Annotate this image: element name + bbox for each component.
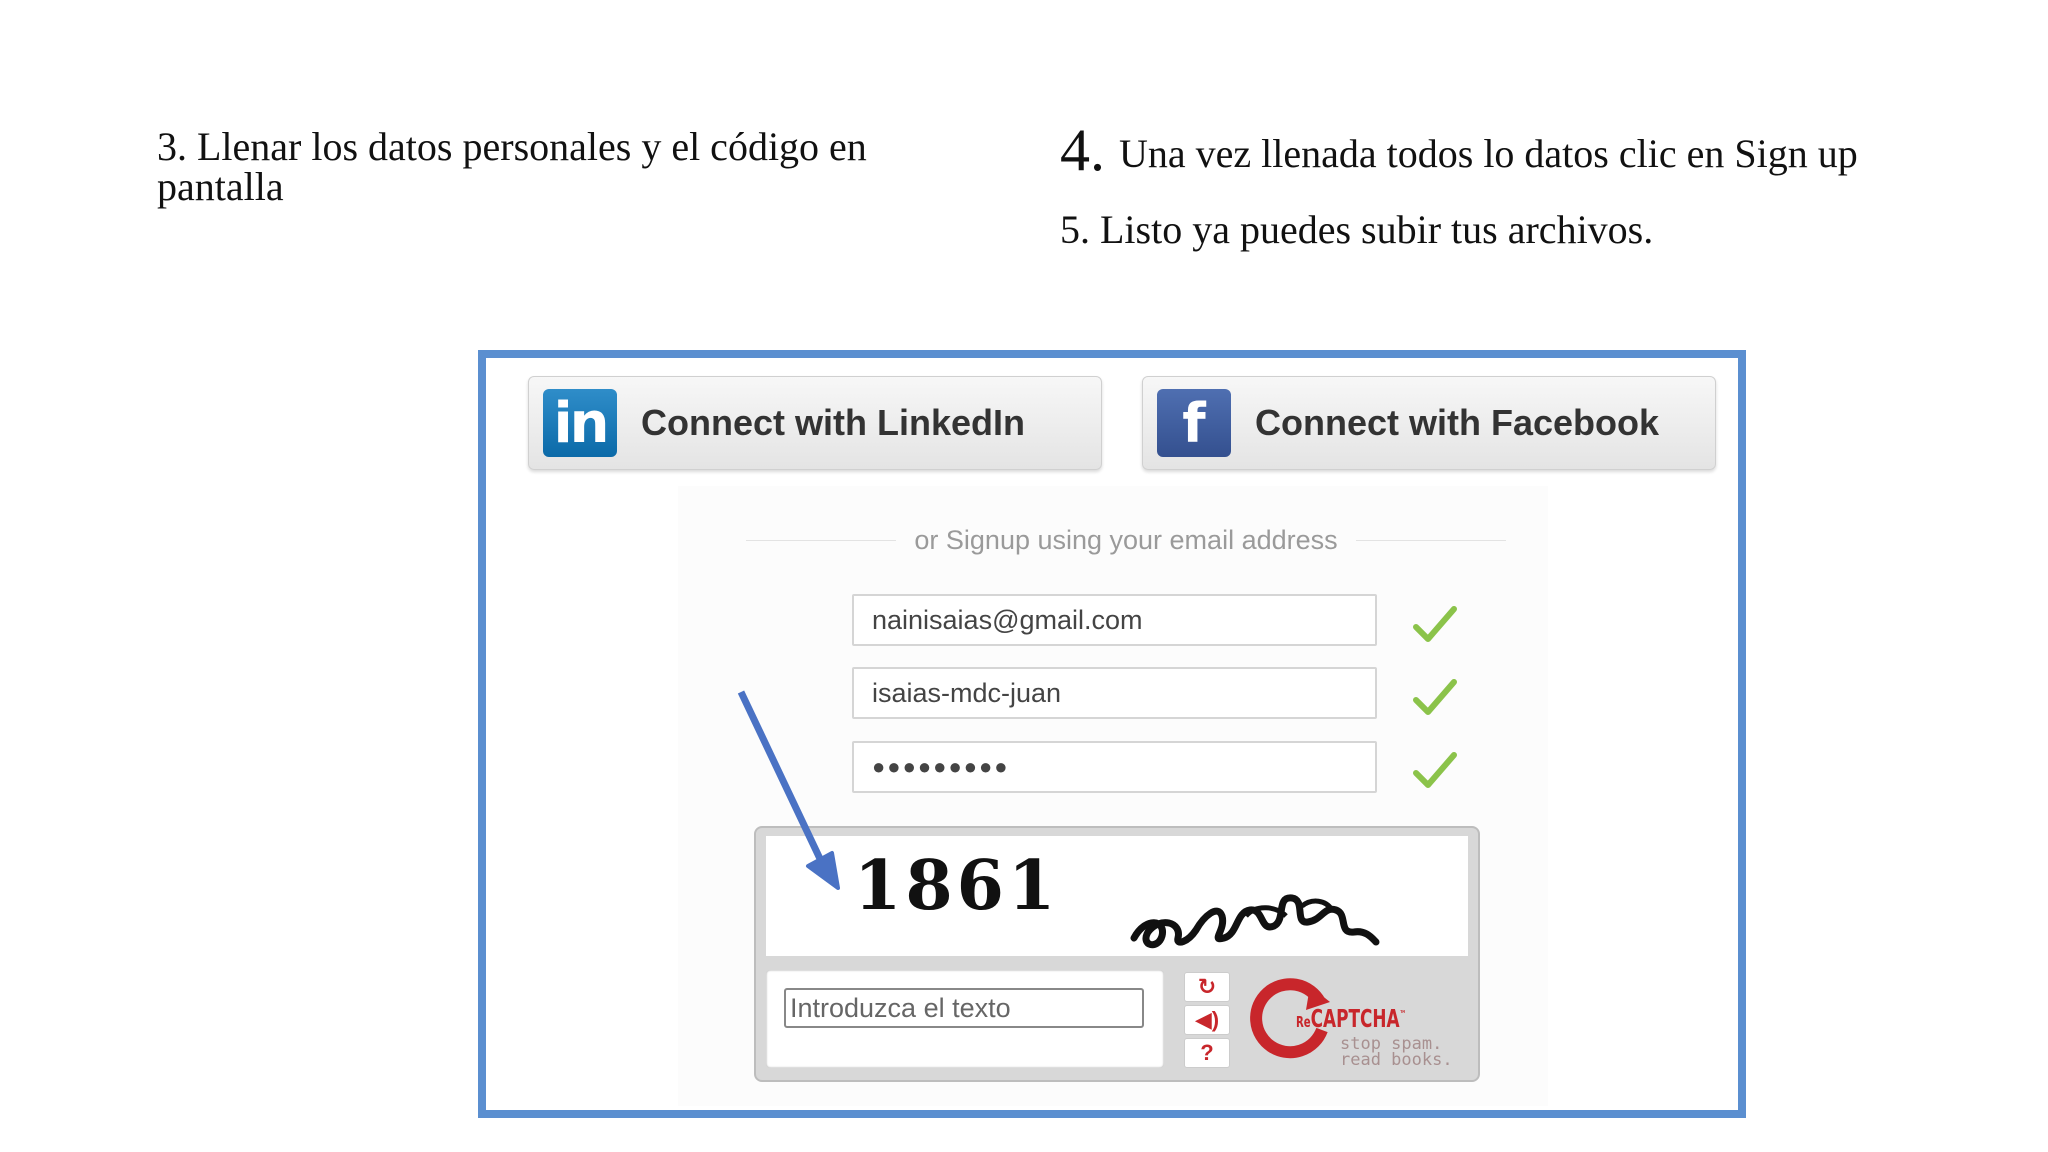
username-field[interactable]: isaias-mdc-juan [852, 667, 1377, 719]
step-5-instruction: 5. Listo ya puedes subir tus archivos. [1060, 207, 1654, 252]
check-icon [1413, 752, 1457, 788]
facebook-button-label: Connect with Facebook [1255, 402, 1660, 443]
step-3-instruction: 3. Llenar los datos personales y el códi… [157, 124, 867, 209]
recaptcha-tm: ™ [1399, 1009, 1407, 1021]
tagline-line-2: read books. [1340, 1050, 1453, 1070]
captcha-distorted-word [1130, 894, 1380, 949]
divider-line-right [1355, 539, 1507, 541]
check-icon [1413, 679, 1457, 715]
captcha-number: 1861 [854, 846, 1060, 926]
signup-screenshot: in Connect with LinkedIn f Connect with … [478, 350, 1746, 1118]
divider-line-left [746, 539, 897, 541]
audio-icon[interactable]: ◀) [1184, 1005, 1230, 1035]
connect-linkedin-button[interactable]: in Connect with LinkedIn [528, 376, 1102, 470]
recaptcha-brand-name: CAPTCHA [1310, 1004, 1400, 1033]
step-4-number: 4. [1060, 117, 1105, 183]
password-field[interactable]: ●●●●●●●●● [852, 741, 1377, 793]
divider-text: or Signup using your email address [914, 524, 1338, 555]
captcha-input-area: Introduzca el texto [766, 970, 1164, 1068]
check-icon [1413, 606, 1457, 642]
email-field[interactable]: nainisaias@gmail.com [852, 594, 1377, 646]
facebook-icon: f [1157, 389, 1231, 457]
recaptcha-brand-prefix: Re [1296, 1013, 1311, 1031]
step-4-text: Una vez llenada todos lo datos clic en S… [1119, 131, 1858, 176]
help-icon[interactable]: ? [1184, 1038, 1230, 1068]
linkedin-icon: in [543, 389, 617, 457]
recaptcha-widget: 1861 Introduzca el texto ↻ ◀) ? ReCAPTCH… [754, 826, 1480, 1082]
linkedin-button-label: Connect with LinkedIn [641, 402, 1025, 443]
step-4-instruction: 4. Una vez llenada todos lo datos clic en… [1060, 120, 1858, 184]
captcha-image: 1861 [766, 836, 1468, 956]
signup-divider: or Signup using your email address [746, 520, 1507, 560]
reload-icon[interactable]: ↻ [1184, 972, 1230, 1002]
recaptcha-tagline: stop spam. read books. [1340, 1036, 1453, 1070]
captcha-text-input[interactable]: Introduzca el texto [784, 988, 1144, 1028]
recaptcha-brand: ReCAPTCHA™ [1296, 1004, 1406, 1033]
connect-facebook-button[interactable]: f Connect with Facebook [1142, 376, 1716, 470]
